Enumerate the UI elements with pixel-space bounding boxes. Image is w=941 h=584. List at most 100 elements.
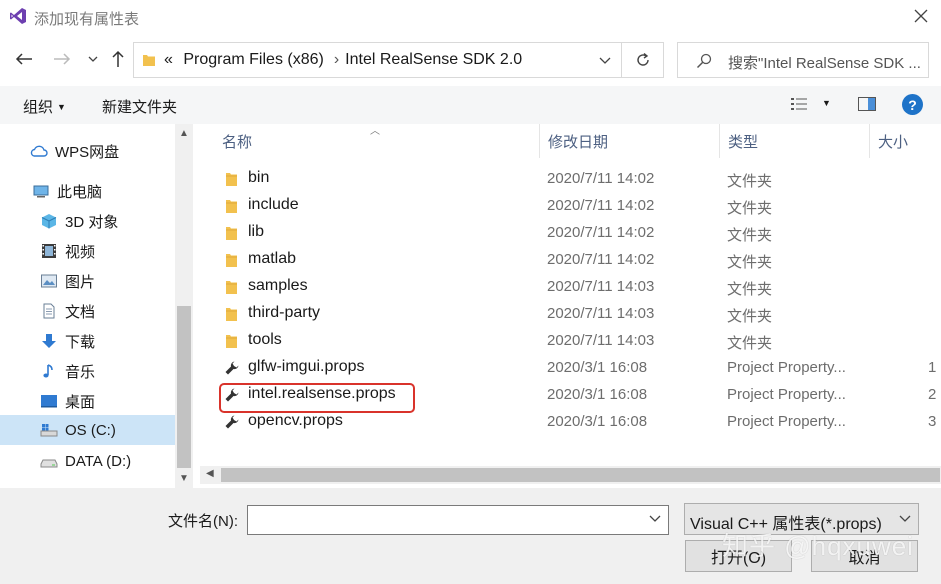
file-row[interactable]: glfw-imgui.props 2020/3/1 16:08 Project …: [200, 355, 941, 382]
breadcrumb-overflow[interactable]: «: [164, 51, 173, 68]
column-header-type[interactable]: 类型: [720, 124, 870, 158]
arrow-left-icon: [15, 53, 32, 65]
scroll-left-icon[interactable]: ◀: [206, 468, 214, 479]
sidebar-item-downloads[interactable]: 下载: [0, 326, 175, 356]
organize-label: 组织: [23, 99, 54, 116]
visual-studio-icon: [10, 8, 26, 24]
sidebar-item-label: 桌面: [65, 393, 96, 411]
file-name: lib: [248, 223, 265, 240]
sidebar-item-label: WPS网盘: [55, 143, 120, 161]
sidebar-item-pictures[interactable]: 图片: [0, 266, 175, 296]
scrollbar-thumb[interactable]: [177, 306, 191, 468]
file-name: glfw-imgui.props: [248, 358, 365, 375]
file-row[interactable]: lib 2020/7/11 14:02 文件夹: [200, 220, 941, 247]
organize-menu-button[interactable]: 组织 ▼: [23, 96, 66, 117]
sidebar-item-wps-cloud[interactable]: WPS网盘: [0, 136, 175, 166]
sidebar-item-data-d[interactable]: DATA (D:): [0, 446, 175, 476]
sidebar-item-3d-objects[interactable]: 3D 对象: [0, 206, 175, 236]
video-icon: [42, 244, 56, 258]
watermark: 知乎 @hqxuwei: [722, 531, 915, 561]
search-box[interactable]: 搜索"Intel RealSense SDK ...: [677, 42, 929, 78]
recent-locations-button[interactable]: [82, 48, 104, 70]
forward-button[interactable]: [51, 48, 73, 70]
filename-input[interactable]: [247, 505, 669, 535]
sidebar-item-this-pc[interactable]: 此电脑: [0, 176, 175, 206]
breadcrumb-item[interactable]: Program Files (x86): [183, 51, 323, 68]
sidebar-item-desktop[interactable]: 桌面: [0, 386, 175, 416]
file-size: 1: [928, 359, 937, 376]
file-name: opencv.props: [248, 412, 343, 429]
file-date: 2020/7/11 14:03: [547, 278, 655, 295]
wrench-icon: [225, 415, 239, 429]
column-header-name[interactable]: 名称: [214, 124, 540, 158]
command-toolbar: 组织 ▼ 新建文件夹 ▼ ?: [0, 86, 941, 124]
column-header-size[interactable]: 大小: [870, 124, 941, 158]
window-title: 添加现有属性表: [34, 11, 140, 28]
file-type: 文件夹: [727, 200, 773, 217]
title-bar: 添加现有属性表: [0, 0, 941, 34]
file-name: matlab: [248, 250, 297, 267]
sidebar-item-label: DATA (D:): [65, 452, 132, 470]
horizontal-scrollbar[interactable]: ◀: [200, 466, 941, 484]
column-header-modified[interactable]: 修改日期: [540, 124, 720, 158]
file-type: 文件夹: [727, 227, 773, 244]
chevron-right-icon[interactable]: ›: [334, 51, 339, 68]
back-button[interactable]: [13, 48, 35, 70]
file-row[interactable]: opencv.props 2020/3/1 16:08 Project Prop…: [200, 409, 941, 436]
file-date: 2020/7/11 14:02: [547, 251, 655, 268]
new-folder-button[interactable]: 新建文件夹: [102, 96, 177, 117]
filename-label: 文件名(N):: [168, 513, 238, 530]
file-row[interactable]: tools 2020/7/11 14:03 文件夹: [200, 328, 941, 355]
sidebar-item-videos[interactable]: 视频: [0, 236, 175, 266]
folder-icon: [226, 200, 237, 213]
close-icon[interactable]: [912, 7, 930, 25]
scrollbar-thumb[interactable]: [221, 468, 940, 482]
view-options-icon[interactable]: [790, 97, 808, 111]
sidebar-item-label: 下载: [65, 333, 96, 351]
chevron-down-icon: [88, 56, 98, 62]
file-row[interactable]: third-party 2020/7/11 14:03 文件夹: [200, 301, 941, 328]
file-type: Project Property...: [727, 413, 846, 430]
sidebar-item-label: 图片: [65, 273, 96, 291]
up-button[interactable]: [107, 48, 129, 70]
navigation-pane: WPS网盘 此电脑 3D 对象 视频 图片 文档 下载 音乐 桌面 OS (C:…: [0, 124, 193, 488]
sidebar-item-documents[interactable]: 文档: [0, 296, 175, 326]
scroll-up-icon[interactable]: ▲: [179, 128, 189, 139]
search-icon: [696, 53, 712, 69]
scroll-down-icon[interactable]: ▼: [179, 473, 189, 484]
file-row[interactable]: samples 2020/7/11 14:03 文件夹: [200, 274, 941, 301]
file-date: 2020/7/11 14:02: [547, 224, 655, 241]
refresh-icon: [636, 52, 649, 66]
chevron-down-icon[interactable]: [599, 57, 611, 64]
file-list: ︿ 名称 修改日期 类型 大小 bin 2020/7/11 14:02 文件夹 …: [200, 124, 941, 488]
file-date: 2020/3/1 16:08: [547, 359, 648, 376]
file-row[interactable]: bin 2020/7/11 14:02 文件夹: [200, 166, 941, 193]
sidebar-item-label: 音乐: [65, 363, 96, 381]
caret-down-icon[interactable]: ▼: [822, 98, 831, 108]
breadcrumb: « Program Files (x86) › Intel RealSense SD…: [164, 51, 528, 69]
chevron-down-icon: [899, 515, 911, 522]
desktop-icon: [41, 395, 57, 408]
file-type: 文件夹: [727, 173, 773, 190]
search-placeholder: 搜索"Intel RealSense SDK ...: [728, 55, 921, 72]
breadcrumb-item[interactable]: Intel RealSense SDK 2.0: [345, 51, 522, 68]
file-row[interactable]: matlab 2020/7/11 14:02 文件夹: [200, 247, 941, 274]
help-icon[interactable]: ?: [902, 94, 923, 115]
chevron-down-icon[interactable]: [649, 515, 661, 522]
sidebar-item-music[interactable]: 音乐: [0, 356, 175, 386]
sidebar-item-os-c[interactable]: OS (C:): [0, 415, 175, 445]
preview-pane-icon[interactable]: [858, 97, 876, 111]
folder-icon: [226, 335, 237, 348]
file-type: 文件夹: [727, 254, 773, 271]
arrow-right-icon: [54, 53, 71, 65]
file-row[interactable]: include 2020/7/11 14:02 文件夹: [200, 193, 941, 220]
folder-icon: [226, 254, 237, 267]
refresh-button[interactable]: [622, 42, 664, 78]
sidebar-scrollbar[interactable]: ▲ ▼: [175, 124, 193, 488]
computer-icon: [33, 185, 49, 198]
sidebar-item-label: 3D 对象: [65, 213, 119, 231]
file-name: bin: [248, 169, 270, 186]
file-name: third-party: [248, 304, 321, 321]
address-bar[interactable]: « Program Files (x86) › Intel RealSense SD…: [133, 42, 622, 78]
sidebar-item-label: 此电脑: [57, 183, 103, 201]
